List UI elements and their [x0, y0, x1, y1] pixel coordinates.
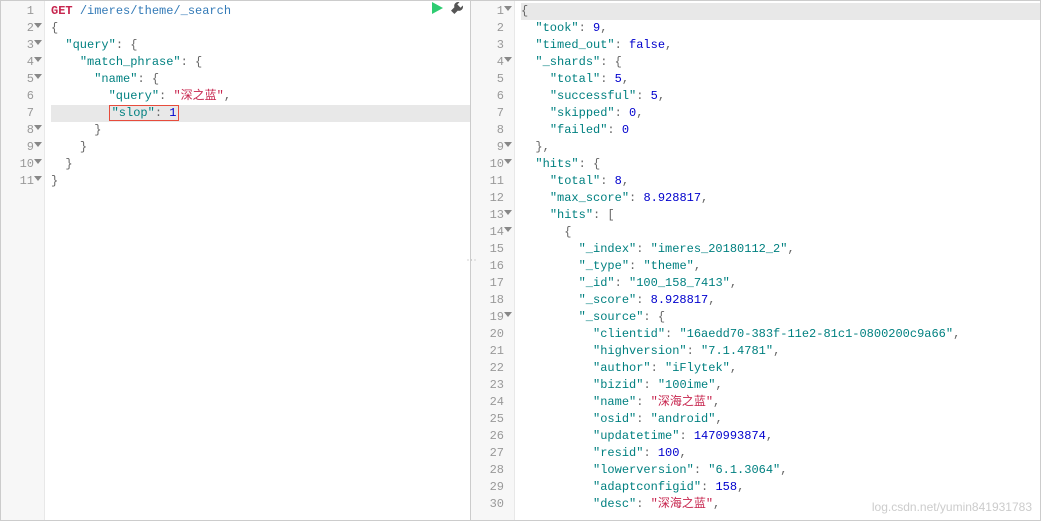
- fold-icon[interactable]: [504, 142, 512, 147]
- fold-icon[interactable]: [504, 227, 512, 232]
- dev-console: 1234567891011 GET /imeres/theme/_search{…: [0, 0, 1041, 521]
- pane-splitter[interactable]: ⋮: [465, 249, 475, 273]
- line-gutter: 1234567891011121314151617181920212223242…: [471, 1, 515, 520]
- request-toolbar: [430, 1, 464, 20]
- line-gutter: 1234567891011: [1, 1, 45, 520]
- fold-icon[interactable]: [34, 57, 42, 62]
- fold-icon[interactable]: [504, 57, 512, 62]
- fold-icon[interactable]: [34, 142, 42, 147]
- fold-icon[interactable]: [34, 40, 42, 45]
- response-viewer[interactable]: 1234567891011121314151617181920212223242…: [471, 1, 1040, 520]
- request-editor[interactable]: 1234567891011 GET /imeres/theme/_search{…: [1, 1, 470, 520]
- fold-icon[interactable]: [34, 159, 42, 164]
- request-pane: 1234567891011 GET /imeres/theme/_search{…: [1, 1, 471, 520]
- request-code[interactable]: GET /imeres/theme/_search{ "query": { "m…: [45, 1, 470, 520]
- fold-icon[interactable]: [34, 125, 42, 130]
- run-icon[interactable]: [430, 1, 444, 20]
- fold-icon[interactable]: [34, 74, 42, 79]
- response-pane: 1234567891011121314151617181920212223242…: [471, 1, 1040, 520]
- grip-icon: ⋮: [465, 255, 476, 266]
- wrench-icon[interactable]: [450, 1, 464, 20]
- fold-icon[interactable]: [34, 23, 42, 28]
- fold-icon[interactable]: [504, 312, 512, 317]
- fold-icon[interactable]: [504, 210, 512, 215]
- fold-icon[interactable]: [504, 159, 512, 164]
- fold-icon[interactable]: [34, 176, 42, 181]
- fold-icon[interactable]: [504, 6, 512, 11]
- response-code: { "took": 9, "timed_out": false, "_shard…: [515, 1, 1040, 520]
